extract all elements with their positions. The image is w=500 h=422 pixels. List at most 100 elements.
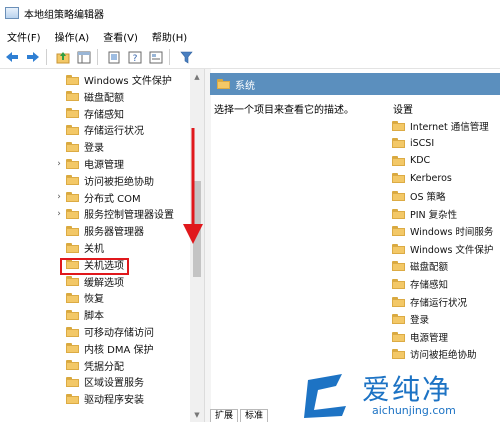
tree-item[interactable]: 登录: [0, 138, 104, 155]
folder-icon: [392, 314, 405, 325]
setting-item[interactable]: 电源管理: [392, 328, 448, 345]
menu-view[interactable]: 查看(V): [96, 29, 145, 44]
setting-item[interactable]: 磁盘配额: [392, 258, 448, 275]
tree-item[interactable]: 访问被拒绝协助: [0, 172, 154, 189]
tree-item[interactable]: 驱动程序安装: [0, 390, 144, 407]
menu-file[interactable]: 文件(F): [0, 29, 48, 44]
scroll-up-icon[interactable]: ▲: [190, 71, 204, 83]
folder-icon: [392, 190, 405, 201]
folder-icon: [392, 155, 405, 166]
red-arrow-annotation: [183, 128, 203, 244]
tree-item[interactable]: › 分布式 COM: [0, 189, 141, 206]
folder-icon: [66, 360, 79, 371]
folder-icon: [66, 393, 79, 404]
menu-bar: 文件(F) 操作(A) 查看(V) 帮助(H): [0, 26, 500, 46]
tree-item[interactable]: 内核 DMA 保护: [0, 340, 154, 357]
setting-item[interactable]: Internet 通信管理: [392, 117, 489, 134]
tree-item-label: 存储运行状况: [84, 126, 144, 138]
scroll-down-icon[interactable]: ▼: [190, 409, 204, 421]
setting-item[interactable]: KDC: [392, 152, 430, 169]
tree-item[interactable]: Windows 文件保护: [0, 71, 172, 88]
folder-icon: [392, 331, 405, 342]
setting-item[interactable]: 访问被拒绝协助: [392, 346, 477, 363]
setting-item-label: 存储感知: [410, 279, 449, 291]
help-icon[interactable]: ?: [126, 48, 144, 66]
chevron-right-icon[interactable]: ›: [54, 155, 64, 172]
setting-item-label: Windows 文件保护: [410, 244, 494, 256]
tree-item[interactable]: › 服务控制管理器设置: [0, 205, 174, 222]
watermark-url: aichunjing.com: [372, 404, 456, 417]
watermark-title: 爱纯净: [362, 373, 453, 406]
tab-standard[interactable]: 标准: [240, 409, 269, 422]
settings-column-header[interactable]: 设置: [393, 101, 413, 116]
setting-item[interactable]: Windows 时间服务: [392, 223, 493, 240]
tree-item[interactable]: 凭据分配: [0, 357, 124, 374]
setting-item-label: iSCSI: [410, 137, 435, 149]
filter-icon[interactable]: [177, 48, 195, 66]
folder-icon: [66, 141, 79, 152]
folder-icon: [66, 124, 79, 135]
menu-action[interactable]: 操作(A): [48, 29, 97, 44]
tree-item[interactable]: 缓解选项: [0, 273, 124, 290]
folder-icon: [66, 74, 79, 85]
setting-item[interactable]: 存储运行状况: [392, 293, 467, 310]
menu-help[interactable]: 帮助(H): [145, 29, 194, 44]
folder-icon: [392, 243, 405, 254]
folder-icon: [66, 326, 79, 337]
folder-icon: [392, 208, 405, 219]
folder-icon: [217, 79, 230, 89]
tree-item[interactable]: 脚本: [0, 306, 104, 323]
back-arrow-icon[interactable]: [3, 48, 21, 66]
setting-item[interactable]: Kerberos: [392, 170, 452, 187]
tree-item-label: 凭据分配: [84, 361, 124, 373]
up-folder-icon[interactable]: [54, 48, 72, 66]
folder-icon: [66, 276, 79, 287]
toolbar: ?: [0, 46, 500, 69]
folder-icon: [66, 158, 79, 169]
tree-item-label: 磁盘配额: [84, 92, 124, 104]
chevron-right-icon[interactable]: ›: [54, 189, 64, 206]
setting-item[interactable]: PIN 复杂性: [392, 205, 457, 222]
folder-icon: [392, 138, 405, 149]
tree-item[interactable]: › 电源管理: [0, 155, 124, 172]
tree-item[interactable]: 区域设置服务: [0, 373, 144, 390]
tree-item-label: 驱动程序安装: [84, 395, 144, 407]
tree-item-label: 恢复: [84, 294, 104, 306]
tree-item[interactable]: 恢复: [0, 289, 104, 306]
tree-item[interactable]: 服务器管理器: [0, 222, 144, 239]
tree-item[interactable]: 磁盘配额: [0, 88, 124, 105]
export-list-icon[interactable]: [105, 48, 123, 66]
folder-icon: [392, 296, 405, 307]
setting-item[interactable]: OS 策略: [392, 187, 446, 204]
setting-item[interactable]: 登录: [392, 311, 429, 328]
setting-item-label: OS 策略: [410, 191, 446, 203]
folder-icon: [66, 91, 79, 102]
setting-item-label: 电源管理: [410, 332, 449, 344]
chevron-right-icon[interactable]: ›: [54, 205, 64, 222]
folder-icon: [392, 349, 405, 360]
tree-item-label: 服务控制管理器设置: [84, 210, 174, 222]
folder-icon: [66, 376, 79, 387]
setting-item-label: 磁盘配额: [410, 262, 449, 274]
tree-item[interactable]: 关机: [0, 239, 104, 256]
tab-extended[interactable]: 扩展: [210, 409, 239, 422]
properties-icon[interactable]: [147, 48, 165, 66]
tree-item-label: 内核 DMA 保护: [84, 344, 154, 356]
window-title: 本地组策略编辑器: [24, 9, 104, 21]
tree-item-label: 登录: [84, 143, 104, 155]
description-text: 选择一个项目来查看它的描述。: [214, 105, 354, 116]
show-tree-icon[interactable]: [75, 48, 93, 66]
folder-icon: [66, 309, 79, 320]
setting-item-label: Windows 时间服务: [410, 227, 494, 239]
forward-arrow-icon[interactable]: [24, 48, 42, 66]
setting-item[interactable]: Windows 文件保护: [392, 240, 493, 257]
folder-icon: [66, 292, 79, 303]
tree-item-label: 访问被拒绝协助: [84, 176, 154, 188]
setting-item[interactable]: 存储感知: [392, 275, 448, 292]
setting-item[interactable]: iSCSI: [392, 135, 434, 152]
tree-item[interactable]: 存储感知: [0, 105, 124, 122]
svg-text:?: ?: [133, 54, 138, 64]
tree-item[interactable]: 可移动存储访问: [0, 323, 154, 340]
tree-item[interactable]: 存储运行状况: [0, 121, 144, 138]
tree-item-label: 可移动存储访问: [84, 328, 154, 339]
